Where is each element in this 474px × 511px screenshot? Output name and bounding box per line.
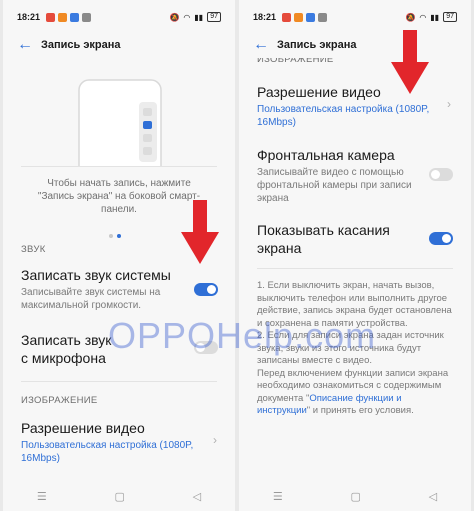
nav-home-icon[interactable]: ▢ (351, 490, 361, 503)
nav-menu-icon[interactable]: ☰ (273, 490, 283, 503)
signal-icon: ▮▮ (194, 12, 204, 22)
status-bar: 18:21 🔕 ◠ ▮▮ 97 (3, 0, 235, 34)
wifi-icon: ◠ (419, 12, 427, 22)
header: ← Запись экрана (239, 34, 471, 56)
page-indicator (109, 234, 121, 238)
notification-app-icon (306, 12, 316, 22)
show-touches-title: Показывать касания экрана (257, 222, 390, 256)
back-arrow-icon[interactable]: ← (17, 37, 41, 53)
notification-app-icon (70, 12, 80, 22)
battery-icon: 97 (207, 12, 221, 22)
right-screen: 18:21 🔕 ◠ ▮▮ 97 ← Запись экрана ИЗОБРАЖЕ… (239, 0, 471, 511)
front-camera-row[interactable]: Фронтальная камера Записывайте видео с п… (257, 146, 417, 205)
notification-app-icon (282, 12, 292, 22)
mute-icon: 🔕 (405, 12, 416, 22)
video-resolution-value: Пользовательская настройка (1080P, 16Mbp… (21, 440, 194, 464)
mute-icon: 🔕 (169, 12, 180, 22)
status-time: 18:21 (253, 12, 277, 22)
note-1: 1. Если выключить экран, начать вызов, в… (257, 280, 452, 329)
nav-back-icon[interactable]: ◁ (429, 490, 437, 503)
notification-app-icon (58, 12, 68, 22)
system-sound-subtitle: Записывайте звук системы на максимальной… (21, 287, 161, 311)
divider (257, 268, 453, 269)
front-camera-title: Фронтальная камера (257, 147, 395, 163)
notification-app-icon (46, 12, 56, 22)
section-header-image: ИЗОБРАЖЕНИЕ (21, 395, 98, 406)
header: ← Запись экрана (3, 34, 235, 56)
chevron-right-icon: › (213, 433, 217, 447)
show-touches-toggle[interactable] (429, 232, 453, 245)
wifi-icon: ◠ (183, 12, 191, 22)
show-touches-row[interactable]: Показывать касания экрана (257, 221, 397, 257)
system-sound-title: Записать звук системы (21, 267, 171, 283)
screen-record-illustration (78, 79, 162, 167)
page-title: Запись экрана (277, 39, 357, 51)
page-title: Запись экрана (41, 39, 121, 51)
front-camera-subtitle: Записывайте видео с помощью фронтальной … (257, 167, 412, 204)
section-header-image: ИЗОБРАЖЕНИЕ (257, 58, 334, 65)
section-header-sound: ЗВУК (21, 244, 46, 255)
video-resolution-title: Разрешение видео (21, 420, 145, 436)
system-sound-row[interactable]: Записать звук системы Записывайте звук с… (21, 266, 191, 312)
note-3: Перед включением функции записи экрана н… (257, 367, 449, 417)
red-arrow-down-icon (181, 200, 219, 264)
hint-text: Чтобы начать запись, нажмите "Запись экр… (37, 178, 201, 215)
chevron-right-icon: › (447, 97, 451, 111)
nav-home-icon[interactable]: ▢ (115, 490, 125, 503)
nav-bar: ☰ ▢ ◁ (239, 481, 471, 511)
status-bar: 18:21 🔕 ◠ ▮▮ 97 (239, 0, 471, 34)
red-arrow-down-icon (391, 30, 429, 94)
nav-menu-icon[interactable]: ☰ (37, 490, 47, 503)
notes-text: 1. Если выключить экран, начать вызов, в… (257, 280, 453, 418)
mic-sound-title: Записать звук с микрофона (21, 332, 112, 366)
left-screen: 18:21 🔕 ◠ ▮▮ 97 ← Запись экрана Чтобы на… (3, 0, 235, 511)
mic-sound-toggle[interactable] (194, 341, 218, 354)
signal-icon: ▮▮ (430, 12, 440, 22)
video-resolution-row[interactable]: Разрешение видео Пользовательская настро… (21, 419, 206, 465)
note-2: 2. Если для записи экрана задан источник… (257, 330, 444, 366)
back-arrow-icon[interactable]: ← (253, 37, 277, 53)
record-shortcut-illustration (143, 121, 152, 129)
notification-app-icon (294, 12, 304, 22)
front-camera-toggle[interactable] (429, 168, 453, 181)
nav-back-icon[interactable]: ◁ (193, 490, 201, 503)
notification-app-icon (318, 12, 328, 22)
video-resolution-value: Пользовательская настройка (1080P, 16Mbp… (257, 104, 430, 128)
battery-icon: 97 (443, 12, 457, 22)
notification-app-icon (82, 12, 92, 22)
system-sound-toggle[interactable] (194, 283, 218, 296)
divider (21, 166, 217, 167)
nav-bar: ☰ ▢ ◁ (3, 481, 235, 511)
mic-sound-row[interactable]: Записать звук с микрофона (21, 331, 181, 367)
divider (21, 381, 217, 382)
status-time: 18:21 (17, 12, 41, 22)
